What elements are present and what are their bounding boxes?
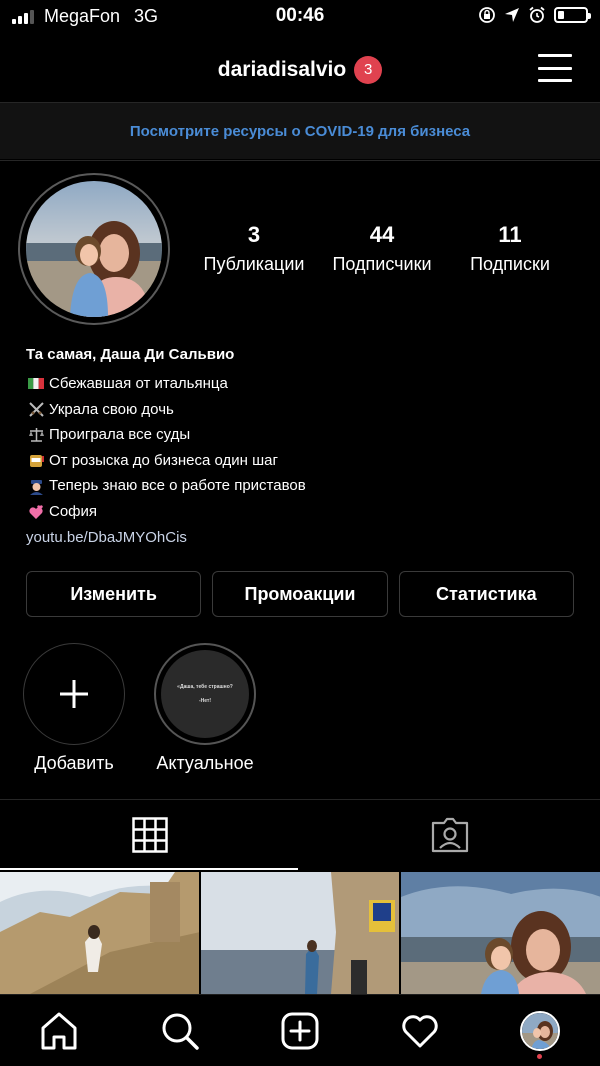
nav-profile[interactable]	[518, 1009, 562, 1059]
username-title[interactable]: dariadisalvio	[218, 58, 346, 82]
posts-label: Публикации	[203, 254, 305, 274]
statistics-button[interactable]: Статистика	[398, 571, 574, 617]
followers-stat[interactable]: 44 Подписчики	[318, 222, 446, 275]
bio-link[interactable]: youtu.be/DbaJMYOhCis	[26, 525, 586, 550]
post-thumbnail[interactable]	[0, 872, 199, 994]
bio-line: Теперь знаю все о работе приставов	[26, 473, 586, 499]
balance-scale-icon	[26, 426, 46, 443]
new-post-icon	[281, 1012, 319, 1050]
profile-display-name: Та самая, Даша Ди Сальвио	[26, 346, 235, 363]
highlight-cover[interactable]: «Даша, тебе страшно? -Нет!	[154, 643, 256, 745]
nav-home[interactable]	[37, 1009, 81, 1053]
following-count: 11	[498, 222, 522, 247]
location-arrow-icon	[505, 8, 519, 22]
promotions-button[interactable]: Промоакции	[212, 571, 388, 617]
battery-icon	[554, 7, 591, 23]
bio-line: Сбежавшая от итальянца	[26, 371, 586, 397]
profile-actions: Изменить Промоакции Статистика	[26, 571, 574, 617]
alarm-icon	[529, 6, 545, 23]
posts-grid	[0, 872, 600, 994]
italy-flag-icon	[26, 378, 46, 390]
plus-icon	[60, 680, 88, 708]
profile-avatar[interactable]	[18, 173, 170, 325]
posts-stat[interactable]: 3 Публикации	[190, 222, 318, 275]
activity-heart-icon	[402, 1015, 438, 1048]
posts-count: 3	[247, 222, 261, 247]
tab-tagged[interactable]	[300, 800, 600, 870]
following-stat[interactable]: 11 Подписки	[446, 222, 574, 275]
post-thumbnail[interactable]	[401, 872, 600, 994]
bottom-navigation	[0, 994, 600, 1066]
profile-tabs	[0, 800, 600, 870]
edit-profile-button[interactable]: Изменить	[26, 571, 202, 617]
followers-label: Подписчики	[332, 254, 432, 274]
highlight-cover-image: «Даша, тебе страшно? -Нет!	[161, 650, 249, 738]
avatar-photo	[26, 181, 162, 317]
crossed-swords-icon	[26, 401, 46, 418]
highlight-item[interactable]: «Даша, тебе страшно? -Нет! Актуальное	[142, 643, 268, 774]
tab-grid[interactable]	[0, 800, 300, 870]
bio-line: От розыска до бизнеса один шаг	[26, 448, 586, 474]
add-highlight[interactable]: Добавить	[22, 643, 126, 774]
highlight-label: Актуальное	[156, 753, 254, 773]
two-hearts-icon	[26, 504, 46, 520]
post-thumbnail[interactable]	[200, 872, 400, 994]
nav-activity[interactable]	[398, 1009, 442, 1053]
notification-dot	[537, 1054, 542, 1059]
covid-resources-link[interactable]: Посмотрите ресурсы о COVID-19 для бизнес…	[130, 123, 470, 140]
active-tab-indicator	[0, 868, 298, 870]
nav-new-post[interactable]	[278, 1009, 322, 1053]
followers-count: 44	[369, 222, 395, 247]
divider	[0, 160, 600, 161]
add-highlight-circle[interactable]	[23, 643, 125, 745]
bio-line: Проиграла все суды	[26, 422, 586, 448]
add-highlight-label: Добавить	[34, 753, 114, 773]
notification-badge[interactable]: 3	[354, 56, 383, 84]
menu-hamburger-icon[interactable]	[538, 54, 572, 82]
slot-machine-icon	[26, 452, 46, 469]
police-officer-icon	[26, 478, 46, 495]
rotation-lock-icon	[479, 7, 495, 23]
nav-search[interactable]	[158, 1009, 202, 1053]
tagged-icon	[431, 817, 469, 853]
bio-line: Украла свою дочь	[26, 397, 586, 423]
status-bar: MegaFon 3G 00:46	[0, 0, 600, 34]
following-label: Подписки	[470, 254, 550, 274]
covid-banner[interactable]: Посмотрите ресурсы о COVID-19 для бизнес…	[0, 103, 600, 159]
profile-avatar	[520, 1011, 560, 1051]
search-icon	[162, 1013, 199, 1050]
grid-icon	[132, 817, 168, 853]
profile-stats: 3 Публикации 44 Подписчики 11 Подписки	[190, 222, 600, 275]
home-icon	[41, 1012, 77, 1050]
bio-line: София	[26, 499, 586, 525]
profile-bio: Та самая, Даша Ди Сальвио Сбежавшая от и…	[26, 346, 586, 550]
profile-header: dariadisalvio 3	[0, 40, 600, 100]
